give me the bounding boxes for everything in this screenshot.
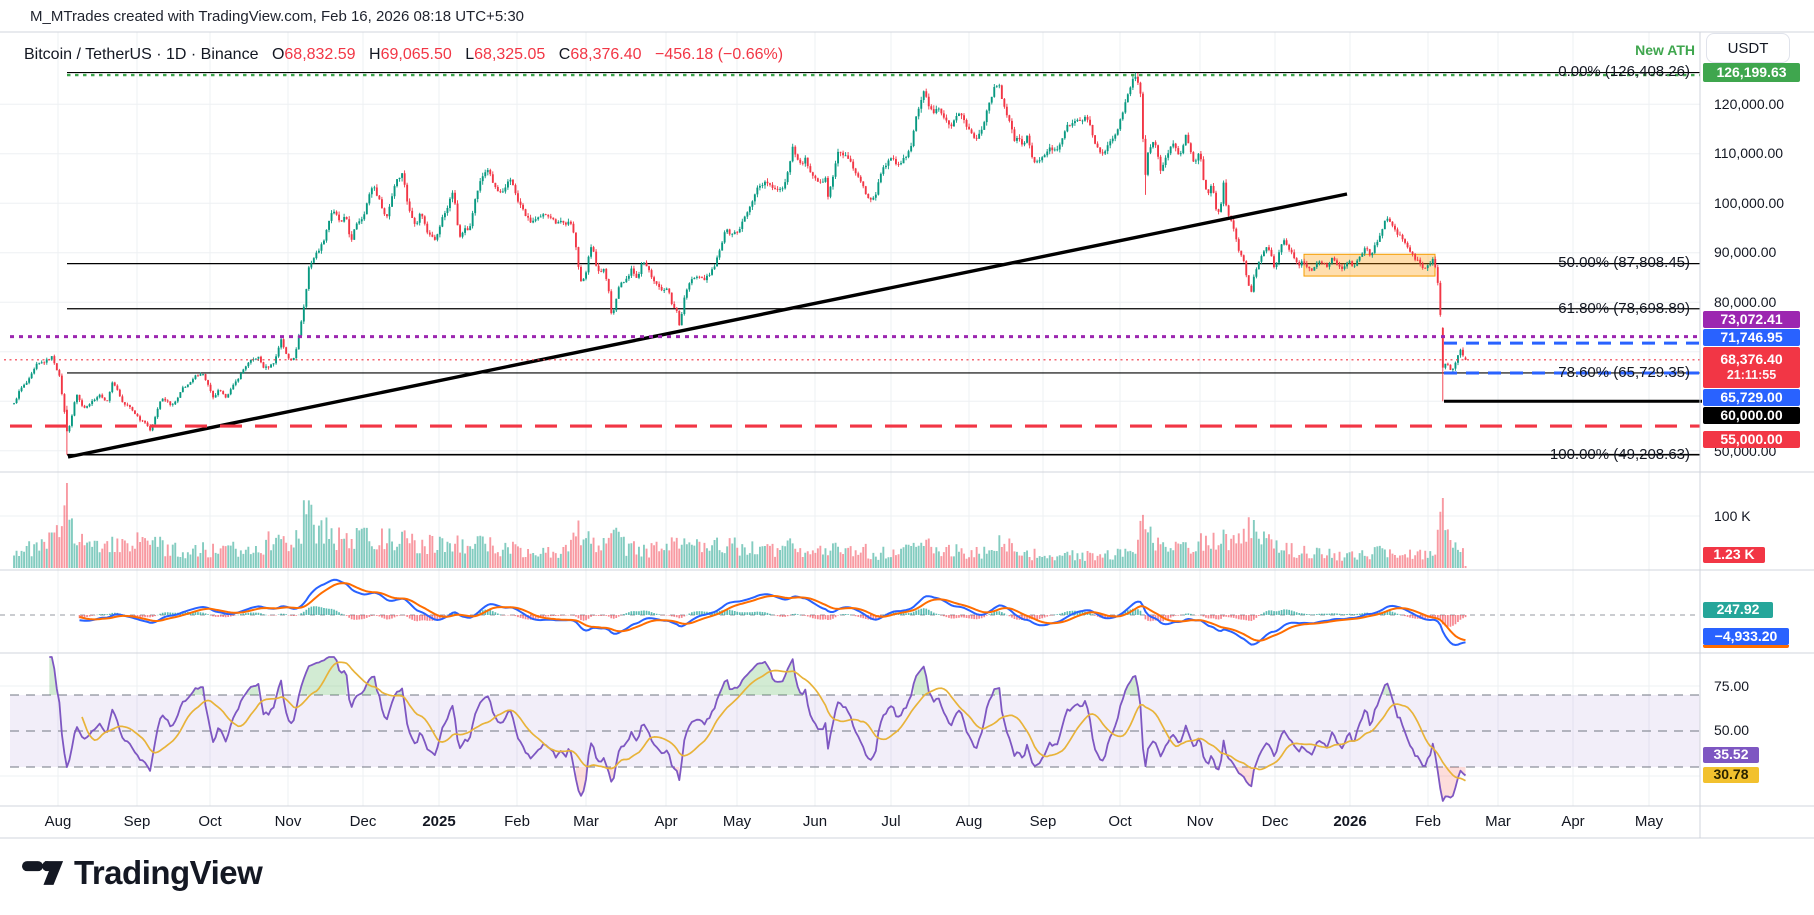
- price-label-badge: 247.92: [1703, 602, 1773, 618]
- fib-level-label: 50.00% (87,808.45): [1558, 254, 1690, 271]
- time-axis-label: Jun: [803, 813, 827, 830]
- currency-toggle-button[interactable]: USDT: [1706, 33, 1790, 63]
- attribution-text: M_MTrades created with TradingView.com, …: [30, 8, 524, 25]
- time-axis-label: Aug: [956, 813, 983, 830]
- price-label-badge: 30.78: [1703, 767, 1759, 783]
- price-label-badge: 71,746.95: [1703, 329, 1800, 346]
- badge-value: 55,000.00: [1720, 431, 1782, 449]
- fib-level-label: 61.80% (78,698.89): [1558, 300, 1690, 317]
- signal-label-edge: [1703, 645, 1789, 648]
- close-label: C: [559, 46, 571, 63]
- time-axis-label: Sep: [1030, 813, 1057, 830]
- fib-level-label: 78.60% (65,729.35): [1558, 364, 1690, 381]
- time-axis-label: Dec: [350, 813, 377, 830]
- tradingview-logo-text: TradingView: [74, 854, 262, 892]
- badge-value: 68,376.40: [1720, 351, 1782, 369]
- time-axis-label: Oct: [1108, 813, 1131, 830]
- time-axis-label: Mar: [573, 813, 599, 830]
- open-value: 68,832.59: [284, 46, 355, 63]
- time-axis-label: Sep: [124, 813, 151, 830]
- price-label-badge: 60,000.00: [1703, 407, 1800, 424]
- time-axis-label: Nov: [1187, 813, 1214, 830]
- badge-value: 71,746.95: [1720, 329, 1782, 347]
- price-scale-tick: 75.00: [1714, 678, 1749, 694]
- tradingview-chart-page: M_MTrades created with TradingView.com, …: [0, 0, 1814, 915]
- high-label: H: [369, 46, 381, 63]
- symbol-title[interactable]: Bitcoin / TetherUS · 1D · Binance: [24, 46, 258, 63]
- time-axis-label: Oct: [198, 813, 221, 830]
- price-label-badge: 1.23 K: [1703, 547, 1765, 563]
- price-scale-tick: 90,000.00: [1714, 244, 1776, 260]
- change-value: −456.18 (−0.66%): [655, 46, 783, 63]
- fib-level-label: 0.00% (126,408.26): [1558, 63, 1690, 80]
- price-label-badge: 126,199.63: [1703, 63, 1800, 82]
- time-axis-label: May: [723, 813, 751, 830]
- time-axis-label: 2025: [422, 813, 455, 830]
- badge-value: 35.52: [1713, 746, 1748, 764]
- price-scale-tick: 100 K: [1714, 508, 1751, 524]
- low-label: L: [465, 46, 474, 63]
- time-axis-label: Feb: [1415, 813, 1441, 830]
- time-axis-label: Aug: [45, 813, 72, 830]
- price-label-badge: 55,000.00: [1703, 431, 1800, 448]
- price-label-badge: 65,729.00: [1703, 389, 1800, 406]
- new-ath-annotation: New ATH: [1635, 42, 1695, 58]
- low-value: 68,325.05: [474, 46, 545, 63]
- badge-value: 126,199.63: [1716, 64, 1786, 82]
- symbol-info-bar[interactable]: Bitcoin / TetherUS · 1D · Binance O68,83…: [24, 46, 783, 64]
- badge-value: 30.78: [1713, 766, 1748, 784]
- price-scale-tick: 120,000.00: [1714, 96, 1784, 112]
- fib-level-label: 100.00% (49,208.63): [1550, 446, 1690, 463]
- high-value: 69,065.50: [381, 46, 452, 63]
- badge-value: −4,933.20: [1715, 628, 1778, 646]
- time-axis-label: Mar: [1485, 813, 1511, 830]
- time-axis-label: May: [1635, 813, 1663, 830]
- time-axis-label: Apr: [1561, 813, 1584, 830]
- price-label-badge: 35.52: [1703, 747, 1759, 763]
- close-value: 68,376.40: [570, 46, 641, 63]
- badge-value: 247.92: [1717, 601, 1760, 619]
- countdown-timer: 21:11:55: [1727, 368, 1776, 384]
- price-label-badge: 68,376.4021:11:55: [1703, 347, 1800, 388]
- price-scale-tick: 100,000.00: [1714, 195, 1784, 211]
- chart-canvas[interactable]: [0, 0, 1814, 915]
- price-scale-tick: 50.00: [1714, 722, 1749, 738]
- badge-value: 73,072.41: [1720, 311, 1782, 329]
- price-scale-tick: 110,000.00: [1714, 145, 1783, 161]
- open-label: O: [272, 46, 284, 63]
- badge-value: 60,000.00: [1720, 407, 1782, 425]
- badge-value: 65,729.00: [1720, 389, 1782, 407]
- tradingview-logo-icon: [22, 855, 64, 891]
- time-axis-label: Feb: [504, 813, 530, 830]
- time-axis-label: 2026: [1333, 813, 1366, 830]
- time-axis-label: Dec: [1262, 813, 1289, 830]
- price-label-badge: 73,072.41: [1703, 311, 1800, 328]
- price-scale-tick: 80,000.00: [1714, 294, 1776, 310]
- tradingview-logo[interactable]: TradingView: [22, 854, 262, 892]
- time-axis-label: Jul: [881, 813, 900, 830]
- price-label-badge: −4,933.20: [1703, 628, 1789, 645]
- time-axis-label: Nov: [275, 813, 302, 830]
- badge-value: 1.23 K: [1713, 546, 1754, 564]
- time-axis-label: Apr: [654, 813, 677, 830]
